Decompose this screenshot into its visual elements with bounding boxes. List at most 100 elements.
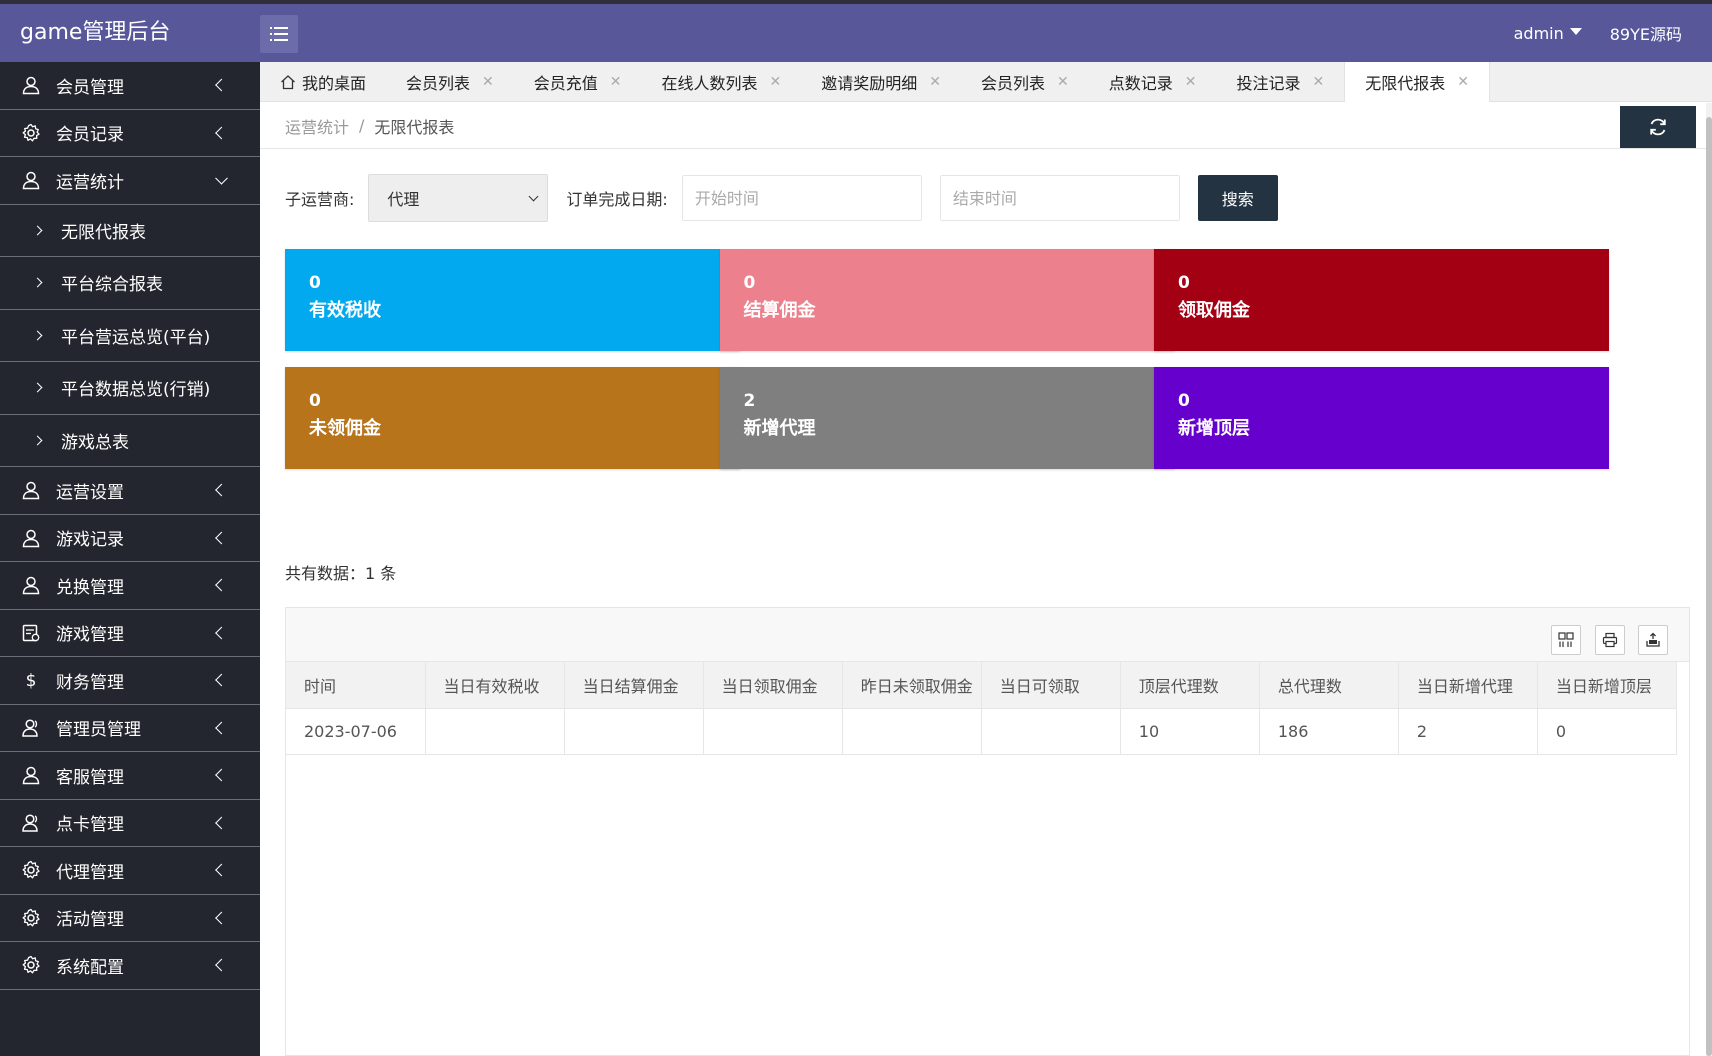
close-icon[interactable]: ✕ [1457,74,1469,90]
end-date-input[interactable] [939,175,1180,221]
sidebar-item-3[interactable]: 运营设置 [0,467,260,515]
tab-1[interactable]: 会员列表 ✕ [386,62,514,102]
stat-label: 有效税收 [309,300,381,321]
breadcrumb: 运营统计 / 无限代报表 [260,103,1706,149]
gear-icon [20,859,42,881]
chevron-down-icon [215,172,228,185]
operator-select[interactable]: 代理 [368,174,549,222]
tab-5[interactable]: 会员列表 ✕ [961,62,1089,102]
stat-value: 0 [309,273,321,293]
scrollbar-thumb[interactable] [1706,117,1712,1056]
stat-card: 0 新增顶层 [1154,367,1609,469]
chevron-left-icon [215,578,228,592]
tab-bar: 我的桌面 会员列表 ✕ 会员充值 ✕ 在线人数列表 ✕ 邀请奖励明细 ✕ 会员列表 ✕ 点数记录 ✕ 投注… [260,62,1712,102]
sidebar-item-label: 活动管理 [56,910,124,931]
chevron-right-icon [32,225,43,236]
sidebar-item-label: 游戏记录 [56,530,124,551]
user-icon [20,527,42,549]
print-button[interactable] [1595,625,1625,655]
sidebar-item-12[interactable]: 活动管理 [0,895,260,942]
sidebar-item-4[interactable]: 游戏记录 [0,515,260,562]
top-header: game管理后台 admin 89YE源码 [0,0,1712,62]
close-icon[interactable]: ✕ [1185,74,1197,90]
sidebar-item-2[interactable]: 运营统计 [0,157,260,205]
filter-form: 子运营商: 代理 订单完成日期: 搜索 [285,174,1278,222]
sidebar-subitem-0[interactable]: 无限代报表 [0,204,260,257]
stat-value: 0 [1178,273,1190,293]
chevron-left-icon [215,768,228,782]
stat-card: 0 未领佣金 [285,367,740,469]
sidebar-item-label: 运营统计 [56,172,124,193]
tab-label: 会员列表 [406,74,471,93]
close-icon[interactable]: ✕ [482,74,494,90]
tab-3[interactable]: 在线人数列表 ✕ [642,62,802,102]
chevron-left-icon [215,531,228,545]
tab-8[interactable]: 无限代报表 ✕ [1344,62,1491,102]
column-header[interactable]: 当日领取佣金 [703,662,843,709]
breadcrumb-current: 无限代报表 [374,117,455,137]
sidebar-item-0[interactable]: 会员管理 [0,62,260,110]
sidebar-item-9[interactable]: 客服管理 [0,752,260,800]
column-header[interactable]: 时间 [286,662,426,709]
tab-label: 在线人数列表 [661,74,758,93]
data-table-panel: 时间 当日有效税收 当日结算佣金 当日领取佣金 昨日未领取佣金 当日可领取 顶层代理数 总代理… [285,607,1690,1056]
tab-0[interactable]: 我的桌面 [260,62,386,102]
tab-2[interactable]: 会员充值 ✕ [514,62,642,102]
column-header[interactable]: 当日结算佣金 [564,662,704,709]
svg-text:$: $ [26,671,37,690]
sidebar-subitem-1[interactable]: 平台综合报表 [0,257,260,310]
tab-label: 会员充值 [533,74,598,93]
export-button[interactable] [1638,625,1668,655]
stat-value: 0 [1178,391,1190,411]
sidebar-subitem-4[interactable]: 游戏总表 [0,414,260,467]
table-body: 2023-07-06 10 186 2 0 [286,708,1678,755]
sidebar-subitem-2[interactable]: 平台营运总览(平台) [0,309,260,362]
column-header[interactable]: 顶层代理数 [1120,662,1260,709]
admin-user-menu[interactable]: admin [1514,24,1582,43]
menu-toggle-button[interactable] [260,15,298,53]
search-button[interactable]: 搜索 [1197,175,1278,221]
chevron-left-icon [215,626,228,640]
sidebar-item-10[interactable]: 点卡管理 [0,800,260,847]
column-filter-button[interactable] [1551,625,1581,655]
chevron-left-icon [215,126,228,140]
operator-select-value: 代理 [387,190,420,209]
close-icon[interactable]: ✕ [610,74,622,90]
stat-label: 新增代理 [743,418,816,439]
tab-6[interactable]: 点数记录 ✕ [1089,62,1217,102]
column-header[interactable]: 当日可领取 [981,662,1121,709]
start-date-input[interactable] [681,175,922,221]
close-icon[interactable]: ✕ [770,74,782,90]
site-link[interactable]: 89YE源码 [1610,21,1682,45]
page-scrollbar[interactable] [1706,103,1712,1056]
column-header[interactable]: 昨日未领取佣金 [842,662,982,709]
list-icon [270,27,288,41]
refresh-button[interactable] [1620,106,1696,148]
sidebar-item-label: 会员记录 [56,125,124,146]
breadcrumb-parent[interactable]: 运营统计 [285,114,349,138]
column-header[interactable]: 当日新增代理 [1398,662,1538,709]
sidebar-item-1[interactable]: 会员记录 [0,110,260,157]
close-icon[interactable]: ✕ [1313,74,1325,90]
column-header[interactable]: 当日新增顶层 [1537,662,1678,709]
sidebar-item-5[interactable]: 兑换管理 [0,562,260,610]
sidebar-item-13[interactable]: 系统配置 [0,942,260,990]
close-icon[interactable]: ✕ [929,74,941,90]
sidebar-item-8[interactable]: 管理员管理 [0,705,260,752]
close-icon[interactable]: ✕ [1057,74,1069,90]
stat-label: 未领佣金 [309,418,381,439]
column-header[interactable]: 当日有效税收 [425,662,565,709]
chevron-down-icon [528,191,539,202]
sidebar-subitem-label: 平台营运总览(平台) [61,327,211,348]
stat-card: 2 新增代理 [719,367,1175,469]
sidebar-subitem-3[interactable]: 平台数据总览(行销) [0,362,260,415]
users-icon [20,717,42,739]
table-cell [425,708,565,755]
sidebar-item-11[interactable]: 代理管理 [0,847,260,895]
sidebar-item-7[interactable]: $ 财务管理 [0,657,260,705]
sidebar-item-6[interactable]: 游戏管理 [0,610,260,657]
chevron-left-icon [215,958,228,972]
column-header[interactable]: 总代理数 [1259,662,1399,709]
tab-4[interactable]: 邀请奖励明细 ✕ [801,62,961,102]
tab-7[interactable]: 投注记录 ✕ [1217,62,1345,102]
